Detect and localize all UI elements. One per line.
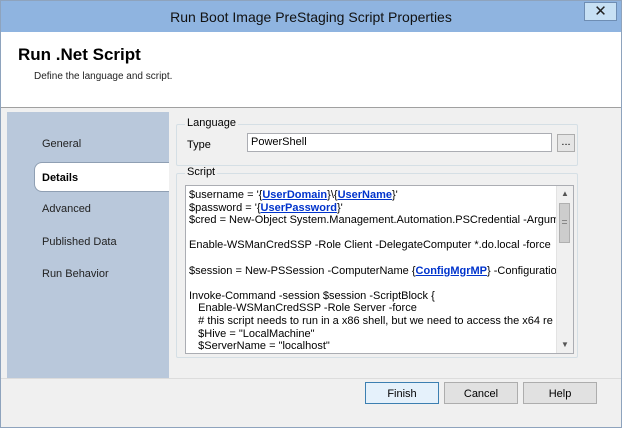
script-line: $cred = New-Object System.Management.Aut… [189,214,556,227]
published-data-variable[interactable]: UserDomain [262,189,327,201]
nav-item-run-behavior[interactable]: Run Behavior [7,259,169,289]
title-bar: Run Boot Image PreStaging Script Propert… [1,1,621,32]
cancel-button[interactable]: Cancel [444,382,518,404]
script-group: Script $username = '{UserDomain}\{UserNa… [176,166,578,358]
language-type-field[interactable]: PowerShell [247,133,552,152]
language-browse-button[interactable]: ... [557,134,575,152]
script-line [189,277,556,290]
close-icon: ✕ [594,3,607,20]
script-text-segment: $username = ' [189,189,259,201]
grip-icon [562,220,567,224]
script-group-label: Script [185,166,218,178]
language-group-label: Language [185,117,238,129]
nav-item-details[interactable]: Details [34,162,169,192]
nav-item-advanced[interactable]: Advanced [7,194,169,224]
script-text-segment: $session = New-PSSession -ComputerName [189,264,412,277]
script-line: Invoke-Command -session $session -Script… [189,290,556,303]
scroll-down-icon[interactable]: ▼ [557,337,573,353]
details-panel: Language Type PowerShell ... Script $use… [170,112,582,378]
script-text-segment: Enable-WSManCredSSP -Role Client -Delega… [189,239,551,252]
script-text-segment: $Hive = "LocalMachine" [189,327,315,340]
script-line: $username = '{UserDomain}\{UserName}' [189,189,556,202]
script-text-segment: Enable-WSManCredSSP -Role Server -force [189,302,417,315]
script-text-segment: # this script needs to run in a x86 shel… [189,314,553,327]
script-text-segment: }' [336,201,343,214]
script-text-segment [189,252,192,264]
published-data-variable[interactable]: ConfigMgrMP [416,265,487,277]
published-data-variable[interactable]: UserPassword [261,202,337,214]
type-label: Type [187,139,211,151]
script-line: Enable-WSManCredSSP -Role Client -Delega… [189,239,556,252]
script-line [189,227,556,240]
script-text-segment: $cred = New-Object System.Management.Aut… [189,214,556,227]
page-subtitle: Define the language and script. [34,71,173,82]
window-title: Run Boot Image PreStaging Script Propert… [170,9,452,25]
scroll-up-icon[interactable]: ▲ [557,186,573,202]
script-line [189,252,556,265]
script-line: $Hive = "LocalMachine" [189,328,556,341]
script-text-segment: } -Configuration [487,264,556,277]
script-text-segment: $password = ' [189,201,257,214]
script-text-segment: }' [391,189,398,201]
sidebar-nav: General Details Advanced Published Data … [7,112,169,378]
script-line: $ServerName = "localhost" [189,340,556,353]
script-text-segment [189,227,192,239]
help-button[interactable]: Help [523,382,597,404]
script-line: $session = New-PSSession -ComputerName {… [189,265,556,278]
script-text-segment: }\{ [327,189,338,201]
script-text-segment [189,277,192,289]
script-text-segment: $ServerName = "localhost" [189,340,330,353]
nav-item-published-data[interactable]: Published Data [7,227,169,257]
script-line: Enable-WSManCredSSP -Role Server -force [189,302,556,315]
page-title: Run .Net Script [18,45,141,64]
nav-item-general[interactable]: General [7,129,169,159]
script-line: $password = '{UserPassword}' [189,202,556,215]
script-scrollbar[interactable]: ▲ ▼ [556,186,573,353]
page-header: Run .Net Script Define the language and … [1,32,621,108]
published-data-variable[interactable]: UserName [338,189,392,201]
footer-divider [1,378,621,379]
script-text-segment: Invoke-Command -session $session -Script… [189,289,435,302]
script-line: # this script needs to run in a x86 shel… [189,315,556,328]
script-text[interactable]: $username = '{UserDomain}\{UserName}' $pa… [189,189,556,353]
dialog-window: Run Boot Image PreStaging Script Propert… [0,0,622,428]
scroll-thumb[interactable] [559,203,570,243]
script-editor[interactable]: $username = '{UserDomain}\{UserName}' $pa… [185,185,574,354]
close-button[interactable]: ✕ [584,2,617,21]
finish-button[interactable]: Finish [365,382,439,404]
language-group: Language Type PowerShell ... [176,117,578,166]
